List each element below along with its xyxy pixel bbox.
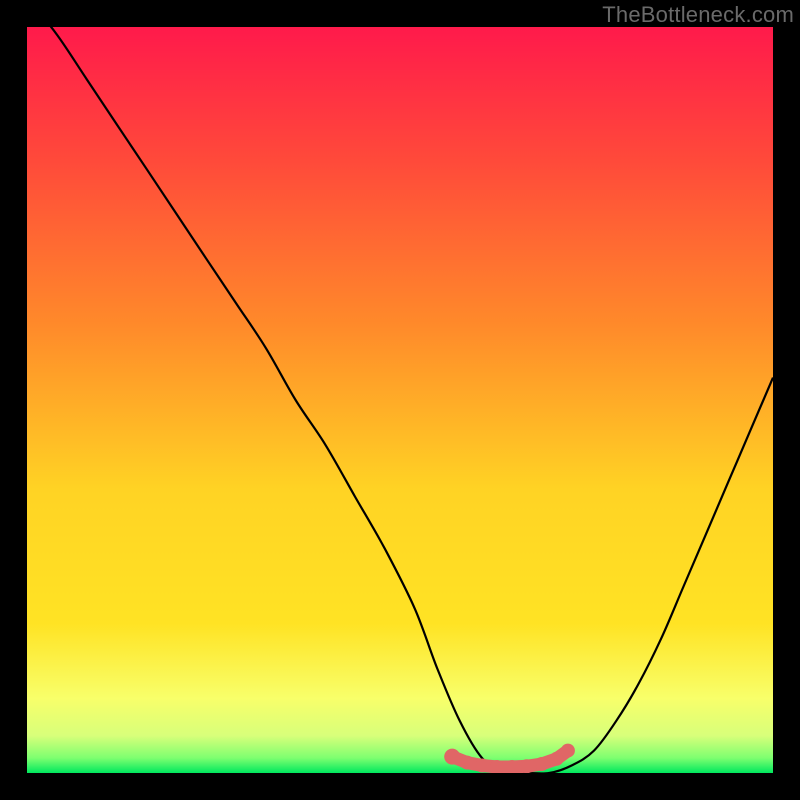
optimal-point [475, 759, 489, 773]
optimal-point [535, 757, 549, 771]
watermark-text: TheBottleneck.com [602, 2, 794, 28]
bottleneck-plot [27, 27, 773, 773]
optimal-point [550, 752, 564, 766]
gradient-background [27, 27, 773, 773]
optimal-point [460, 756, 474, 770]
optimal-point [444, 749, 460, 765]
chart-frame [27, 27, 773, 773]
optimal-point [561, 744, 575, 758]
optimal-point [520, 759, 534, 773]
